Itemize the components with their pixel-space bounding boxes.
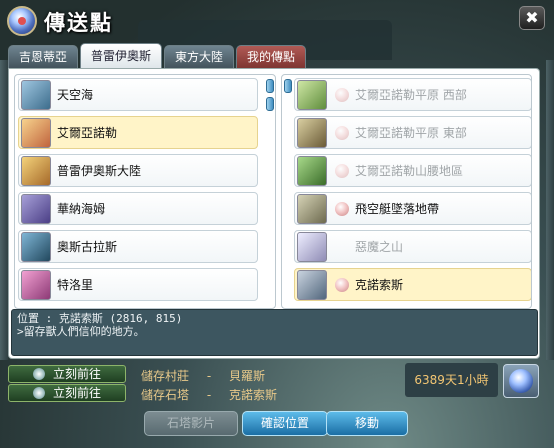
totem-icon (297, 118, 327, 148)
destination-row-west-plain[interactable]: 艾爾亞諾勒平原 西部 (294, 78, 531, 111)
destination-row-airship-crash[interactable]: 飛空艇墜落地帶 (294, 192, 531, 225)
area-label: 華納海姆 (57, 202, 106, 216)
npc-portrait-icon (335, 88, 349, 102)
saved-location-strip: 立刻前往 立刻前往 儲存村莊 - 貝羅斯 儲存石塔 - 克諾索斯 6389天1小… (0, 362, 554, 402)
scroll-thumb[interactable] (284, 79, 292, 93)
area-row-elnorle[interactable]: 艾爾亞諾勒 (18, 116, 258, 149)
teleport-orb-icon (7, 6, 37, 36)
destination-label: 克諾索斯 (355, 278, 404, 292)
destination-row-knossos[interactable]: 克諾索斯 (294, 268, 531, 301)
separator-dash: - (206, 369, 212, 383)
fairy-town-icon (21, 118, 51, 148)
destination-label: 艾爾亞諾勒平原 西部 (355, 88, 467, 102)
statue-icon (297, 270, 327, 300)
destination-row-demon-mountain[interactable]: 惡魔之山 (294, 230, 531, 263)
saved-stone-key: 儲存石塔 (141, 388, 190, 402)
saved-village-value: 貝羅斯 (229, 369, 266, 383)
tree-monster-icon (297, 156, 327, 186)
destination-list-scrollbar[interactable] (284, 77, 292, 308)
move-button[interactable]: 移動 (326, 411, 408, 436)
window-title: 傳送點 (44, 10, 113, 35)
region-tabs: 吉恩蒂亞 普雷伊奧斯 東方大陸 我的傳點 (8, 43, 307, 69)
scroll-up-thumb[interactable] (266, 79, 274, 93)
go-label: 立刻前往 (52, 367, 101, 381)
tab-my-teleports[interactable]: 我的傳點 (236, 45, 307, 68)
area-list: 天空海 艾爾亞諾勒 普雷伊奧斯大陸 華納海姆 奧斯古拉斯 特洛里 (14, 74, 276, 309)
area-label: 艾爾亞諾勒 (57, 126, 118, 140)
remaining-time: 6389天1小時 (405, 363, 498, 397)
teleport-content-panel: 天空海 艾爾亞諾勒 普雷伊奧斯大陸 華納海姆 奧斯古拉斯 特洛里 艾爾亞諾勒平原… (8, 68, 540, 359)
npc-portrait-icon (335, 202, 349, 216)
scroll-thumb[interactable] (266, 97, 274, 111)
vanaheim-icon (21, 194, 51, 224)
plant-monster-icon (297, 80, 327, 110)
tab-genteia[interactable]: 吉恩蒂亞 (8, 45, 79, 68)
saved-village-line: 儲存村莊 - 貝羅斯 (141, 367, 265, 384)
area-row-vanaheim[interactable]: 華納海姆 (18, 192, 258, 225)
stone-orb-icon (32, 387, 45, 399)
stone-video-button[interactable]: 石塔影片 (144, 411, 238, 436)
area-row-trolli[interactable]: 特洛里 (18, 268, 258, 301)
area-row-preos-continent[interactable]: 普雷伊奧斯大陸 (18, 154, 258, 187)
ghost-icon (297, 232, 327, 262)
close-button[interactable]: ✖ (519, 6, 545, 30)
confirm-location-button[interactable]: 確認位置 (242, 411, 328, 436)
close-icon: ✖ (525, 8, 539, 27)
sky-sea-icon (21, 80, 51, 110)
destination-row-east-plain[interactable]: 艾爾亞諾勒平原 東部 (294, 116, 531, 149)
trolli-icon (21, 270, 51, 300)
destination-label: 飛空艇墜落地帶 (355, 202, 440, 216)
go-label: 立刻前往 (52, 386, 101, 400)
osgulas-icon (21, 232, 51, 262)
npc-portrait-icon (335, 278, 349, 292)
location-coordinates: 位置 : 克諾索斯 (2816, 815) (17, 312, 183, 325)
area-row-osgulas[interactable]: 奧斯古拉斯 (18, 230, 258, 263)
teleport-window: 傳送點 ✖ 吉恩蒂亞 普雷伊奧斯 東方大陸 我的傳點 天空海 艾爾亞諾勒 普雷伊… (0, 0, 554, 448)
destination-label: 艾爾亞諾勒平原 東部 (355, 126, 467, 140)
area-label: 天空海 (57, 88, 94, 102)
destination-list: 艾爾亞諾勒平原 西部 艾爾亞諾勒平原 東部 艾爾亞諾勒山腰地區 飛空艇墜落地帶 … (281, 74, 532, 309)
teleport-orb-button[interactable] (503, 364, 539, 398)
separator-dash: - (206, 388, 212, 402)
destination-label: 惡魔之山 (355, 240, 404, 254)
saved-stone-line: 儲存石塔 - 克諾索斯 (141, 386, 277, 403)
tab-eastern-continent[interactable]: 東方大陸 (164, 45, 235, 68)
saved-stone-value: 克諾索斯 (229, 388, 278, 402)
destination-label: 艾爾亞諾勒山腰地區 (355, 164, 464, 178)
location-description: >留存獸人們信仰的地方。 (17, 325, 145, 338)
village-orb-icon (32, 368, 45, 380)
golem-icon (297, 194, 327, 224)
continent-icon (21, 156, 51, 186)
area-label: 普雷伊奧斯大陸 (57, 164, 142, 178)
destination-row-mountainside[interactable]: 艾爾亞諾勒山腰地區 (294, 154, 531, 187)
tab-preos[interactable]: 普雷伊奧斯 (80, 43, 163, 68)
location-info-box: 位置 : 克諾索斯 (2816, 815) >留存獸人們信仰的地方。 (11, 309, 538, 356)
area-label: 特洛里 (57, 278, 94, 292)
npc-portrait-icon (335, 164, 349, 178)
title-bar[interactable]: 傳送點 ✖ (0, 0, 554, 40)
area-list-scrollbar[interactable] (266, 77, 274, 308)
go-village-button[interactable]: 立刻前往 (8, 365, 126, 383)
go-stone-button[interactable]: 立刻前往 (8, 384, 126, 402)
area-label: 奧斯古拉斯 (57, 240, 118, 254)
npc-portrait-icon (335, 126, 349, 140)
saved-village-key: 儲存村莊 (141, 369, 190, 383)
area-row-sky-sea[interactable]: 天空海 (18, 78, 258, 111)
